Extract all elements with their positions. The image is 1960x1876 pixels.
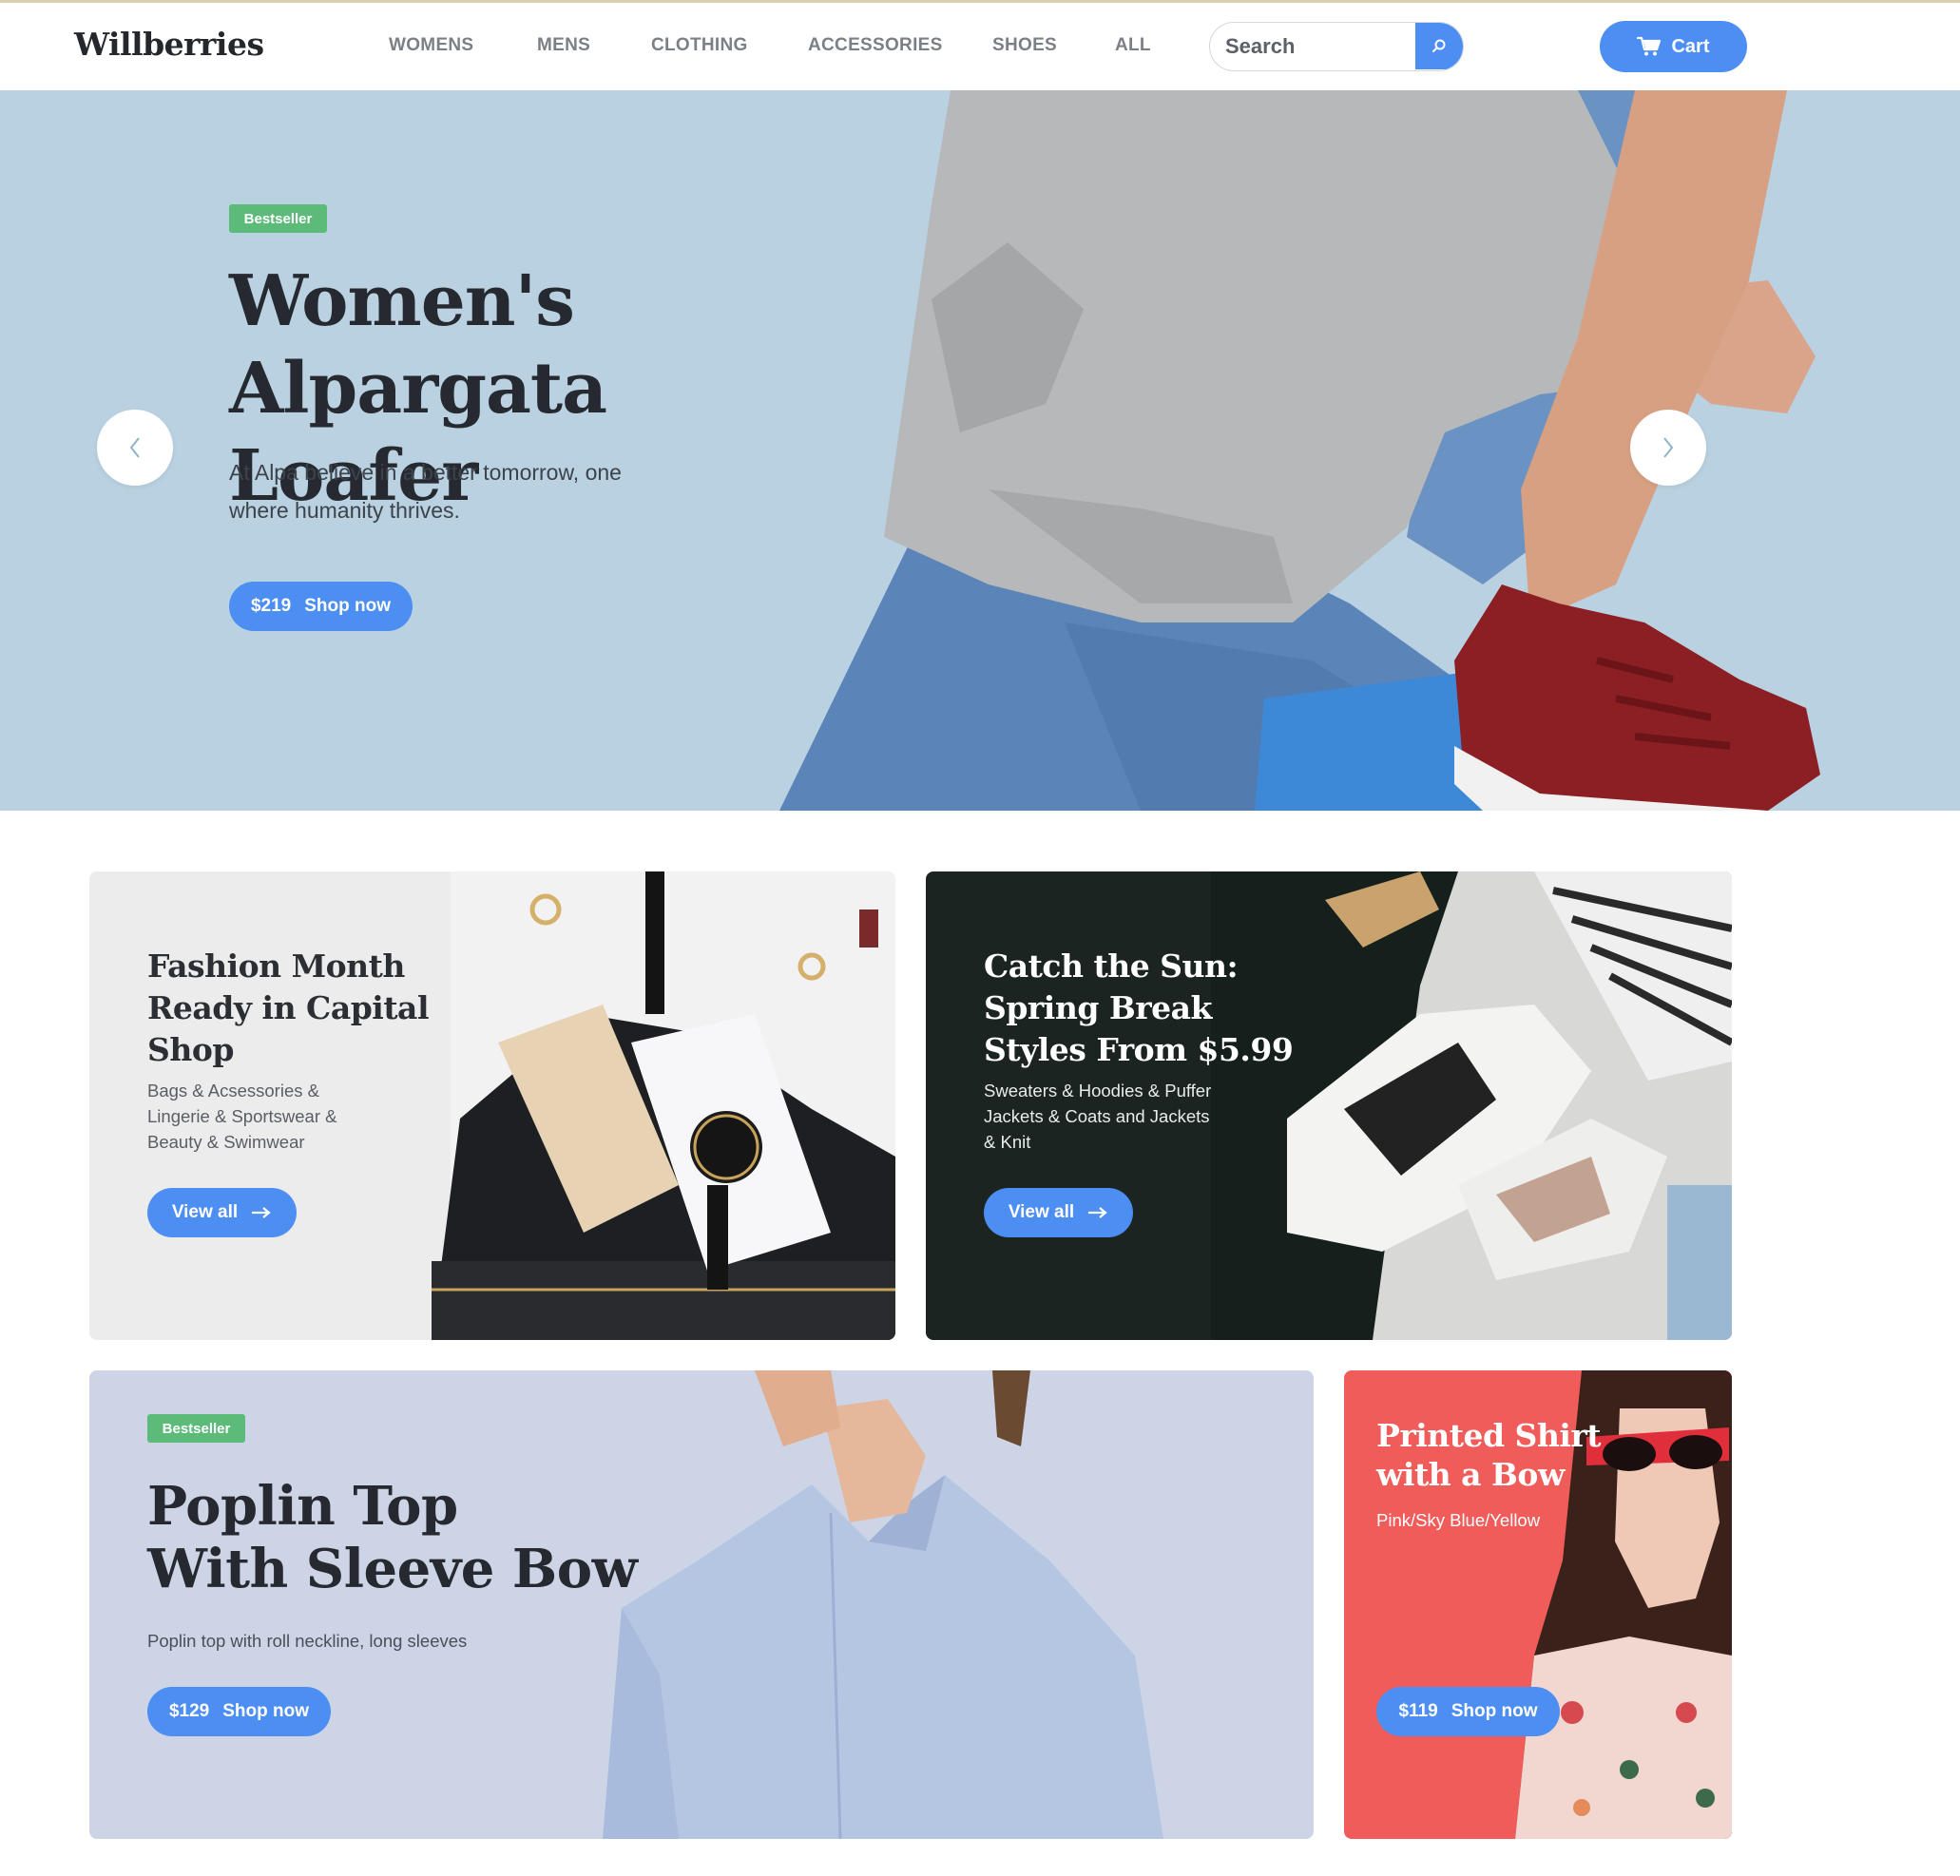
shirt-card-title: Printed Shirt with a Bow <box>1376 1416 1614 1494</box>
hero-cta-label: Shop now <box>304 596 392 616</box>
poplin-bestseller-badge: Bestseller <box>147 1414 245 1443</box>
hero-shop-now-button[interactable]: $219 Shop now <box>229 582 413 631</box>
shirt-shop-now-button[interactable]: $119 Shop now <box>1376 1687 1560 1736</box>
poplin-shop-now-button[interactable]: $129 Shop now <box>147 1687 331 1736</box>
fashion-card-description: Bags & Acsessories & Lingerie & Sportswe… <box>147 1081 337 1152</box>
poplin-title-line-2: With Sleeve Bow <box>147 1538 638 1600</box>
hero-description: At Alpa believe in a better tomorrow, on… <box>229 460 622 523</box>
search-box <box>1209 22 1464 71</box>
shirt-cta-label: Shop now <box>1451 1701 1538 1721</box>
search-input[interactable] <box>1210 23 1414 69</box>
arrow-right-icon <box>1088 1207 1107 1218</box>
sun-title-line-3: Styles From $5.99 <box>984 1031 1294 1068</box>
shirt-card-description: Pink/Sky Blue/Yellow <box>1376 1510 1541 1530</box>
nav-shoes[interactable]: SHOES <box>992 35 1057 56</box>
shirt-title-line-1: Printed Shirt <box>1376 1417 1602 1454</box>
hero-slider: Bestseller Women's Alpargata Loafer At A… <box>0 90 1960 811</box>
poplin-card-title: Poplin Top With Sleeve Bow <box>147 1475 642 1600</box>
fashion-title-line-1: Fashion Month <box>147 948 405 985</box>
shirt-title-line-2: with a Bow <box>1376 1456 1565 1493</box>
slider-prev-button[interactable] <box>97 410 173 486</box>
fashion-view-all-button[interactable]: View all <box>147 1188 297 1237</box>
poplin-top-card: Bestseller Poplin Top With Sleeve Bow Po… <box>89 1370 1314 1839</box>
site-header: Willberries WOMENS MENS CLOTHING ACCESSO… <box>0 3 1960 90</box>
fashion-title-line-3: Shop <box>147 1031 234 1068</box>
slider-next-button[interactable] <box>1630 410 1706 486</box>
hero-title-line-1: Women's <box>229 260 575 342</box>
search-button[interactable] <box>1415 23 1463 69</box>
sun-card-title: Catch the Sun: Spring Break Styles From … <box>984 946 1307 1071</box>
nav-womens[interactable]: WOMENS <box>389 35 473 56</box>
fashion-title-line-2: Ready in Capital <box>147 989 429 1026</box>
poplin-price: $129 <box>168 1701 210 1721</box>
chevron-left-icon <box>129 437 140 458</box>
chevron-right-icon <box>1663 437 1674 458</box>
poplin-shirt-photo <box>603 1370 1163 1839</box>
fashion-cta-label: View all <box>171 1202 239 1222</box>
arrow-right-icon <box>252 1207 271 1218</box>
sun-title-line-2: Spring Break <box>984 989 1212 1026</box>
fashion-month-card: Fashion Month Ready in Capital Shop Bags… <box>89 871 895 1340</box>
sun-title-line-1: Catch the Sun: <box>984 948 1239 985</box>
poplin-card-description: Poplin top with roll neckline, long slee… <box>147 1631 468 1651</box>
sun-cta-label: View all <box>1008 1202 1075 1222</box>
hero-bestseller-badge: Bestseller <box>229 204 327 233</box>
cart-icon <box>1637 36 1662 56</box>
cart-label: Cart <box>1671 35 1710 57</box>
search-icon <box>1432 39 1446 52</box>
fashion-card-title: Fashion Month Ready in Capital Shop <box>147 946 471 1071</box>
site-logo[interactable]: Willberries <box>74 26 264 63</box>
printed-shirt-card: Printed Shirt with a Bow Pink/Sky Blue/Y… <box>1344 1370 1732 1839</box>
cart-button[interactable]: Cart <box>1600 21 1747 72</box>
nav-accessories[interactable]: ACCESSORIES <box>808 35 943 56</box>
sun-view-all-button[interactable]: View all <box>984 1188 1133 1237</box>
nav-mens[interactable]: MENS <box>537 35 590 56</box>
shirt-price: $119 <box>1398 1701 1438 1721</box>
nav-all[interactable]: ALL <box>1115 35 1151 56</box>
poplin-cta-label: Shop now <box>222 1701 310 1721</box>
nav-clothing[interactable]: CLOTHING <box>651 35 748 56</box>
hero-price: $219 <box>250 596 292 616</box>
sun-card-description: Sweaters & Hoodies & Puffer Jackets & Co… <box>984 1081 1212 1152</box>
spring-break-card: Catch the Sun: Spring Break Styles From … <box>926 871 1732 1340</box>
poplin-title-line-1: Poplin Top <box>147 1475 458 1538</box>
